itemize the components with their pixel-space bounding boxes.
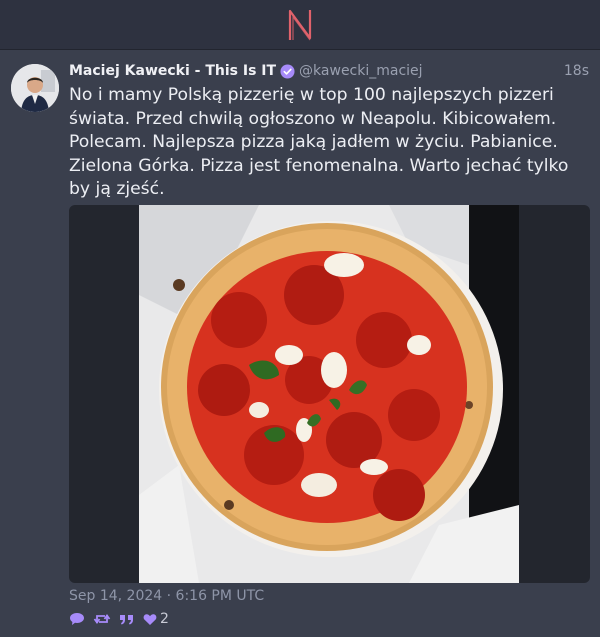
post-header: Maciej Kawecki - This Is IT @kawecki_mac… (69, 61, 589, 81)
post-media[interactable] (69, 205, 590, 583)
app-logo[interactable] (286, 8, 314, 42)
post-text: No i mamy Polską pizzerię w top 100 najl… (69, 85, 569, 200)
author-avatar[interactable] (11, 64, 59, 112)
post: Maciej Kawecki - This Is IT @kawecki_mac… (0, 51, 600, 637)
reply-button[interactable] (69, 612, 85, 626)
top-bar (0, 0, 600, 50)
post-time[interactable]: 18s (564, 63, 589, 79)
repost-button[interactable] (93, 612, 111, 626)
like-count: 2 (160, 611, 169, 627)
pizza-photo[interactable] (139, 205, 519, 583)
like-button[interactable]: 2 (143, 611, 169, 627)
repost-icon (93, 613, 111, 625)
quote-icon (120, 615, 133, 625)
post-date[interactable]: Sep 14, 2024 · 6:16 PM UTC (69, 588, 264, 604)
quote-button[interactable] (119, 612, 135, 626)
author-handle[interactable]: @kawecki_maciej (299, 63, 423, 79)
heart-icon (143, 613, 157, 625)
reply-icon (70, 613, 84, 625)
author-name[interactable]: Maciej Kawecki - This Is IT (69, 63, 276, 79)
post-actions: 2 (69, 610, 177, 628)
verified-badge-icon (280, 63, 295, 79)
